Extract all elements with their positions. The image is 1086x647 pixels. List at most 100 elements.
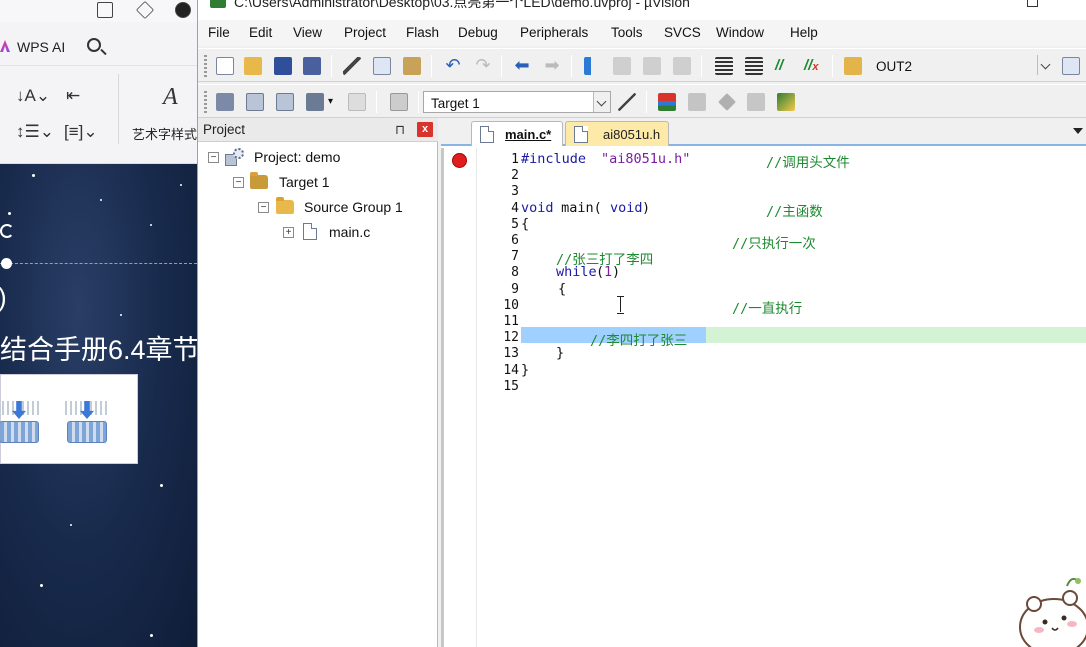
toolbar-separator [418, 91, 419, 113]
tab-main-c[interactable]: main.c* [471, 121, 563, 146]
sort-icon[interactable]: ↓A⌄ [16, 86, 50, 106]
save-all-icon[interactable] [303, 57, 321, 75]
toolbar-separator [571, 55, 572, 77]
tree-label-source-group: Source Group 1 [304, 199, 403, 215]
avatar[interactable] [175, 2, 191, 18]
navigate-forward-icon[interactable]: ➡ [543, 56, 561, 75]
project-panel: Project ⊓ x − Project: demo − Target 1 −… [198, 118, 438, 647]
cut-icon[interactable] [343, 57, 361, 75]
clear-bookmarks-icon[interactable] [673, 57, 691, 75]
collapse-icon[interactable]: − [258, 202, 269, 213]
toolbar-grip[interactable] [204, 91, 207, 113]
toolbar-grip[interactable] [204, 55, 207, 77]
chevron-down-icon[interactable]: ▾ [328, 93, 338, 111]
translate-icon[interactable] [216, 93, 234, 111]
cube-icon[interactable] [135, 0, 155, 20]
menu-flash[interactable]: Flash [406, 25, 439, 40]
menu-edit[interactable]: Edit [249, 25, 272, 40]
line-number: 12 [503, 330, 519, 345]
menu-help[interactable]: Help [790, 25, 818, 40]
menu-file[interactable]: File [208, 25, 230, 40]
maximize-icon[interactable] [1027, 0, 1038, 7]
target-folder-icon [250, 172, 268, 189]
build-icon[interactable] [246, 93, 264, 111]
code-function-name: main( [553, 200, 602, 216]
stop-build-icon[interactable] [348, 93, 366, 111]
text-direction-icon[interactable]: ⇤ [66, 86, 80, 106]
redo-icon[interactable]: ↷ [474, 56, 492, 75]
batch-build-icon[interactable] [306, 93, 324, 111]
target-select-value: Target 1 [431, 96, 480, 111]
close-icon[interactable]: x [417, 122, 433, 137]
incremental-find-icon[interactable] [1062, 57, 1080, 75]
star [150, 224, 152, 226]
code-editor[interactable]: 1 2 3 4 5 6 7 8 9 10 11 12 13 14 15 #inc… [441, 148, 1086, 647]
next-bookmark-icon[interactable] [643, 57, 661, 75]
menu-peripherals[interactable]: Peripherals [520, 25, 588, 40]
wps-top-bar [0, 0, 197, 22]
tab-ai8051u-h[interactable]: ai8051u.h [565, 121, 669, 146]
tree-item-main-c[interactable]: + main.c [283, 223, 433, 243]
save-icon[interactable] [274, 57, 292, 75]
wps-ai-button[interactable]: WPS AI [17, 39, 65, 55]
menu-svcs[interactable]: SVCS [664, 25, 701, 40]
manage-project-items-icon[interactable] [658, 93, 676, 111]
toolbar-separator [701, 55, 702, 77]
menu-tools[interactable]: Tools [611, 25, 643, 40]
paste-icon[interactable] [403, 57, 421, 75]
chevron-down-icon[interactable] [593, 92, 610, 112]
copy-icon[interactable] [97, 2, 113, 18]
tree-item-target[interactable]: − Target 1 [233, 172, 433, 193]
breakpoint-icon[interactable] [452, 153, 467, 168]
manage-rte-icon[interactable] [718, 93, 736, 111]
undo-icon[interactable]: ↶ [444, 56, 462, 75]
bookmark-icon[interactable] [584, 57, 602, 75]
line-spacing-icon[interactable]: ↕☰⌄ [16, 122, 54, 142]
find-in-files-icon[interactable] [844, 57, 862, 75]
download-load-icon[interactable] [390, 93, 408, 111]
selection-border [0, 263, 197, 264]
download-icon[interactable] [65, 401, 109, 443]
pack-icon[interactable] [777, 93, 795, 111]
menu-debug[interactable]: Debug [458, 25, 498, 40]
prev-bookmark-icon[interactable] [613, 57, 631, 75]
target-options-icon[interactable] [618, 93, 636, 111]
rotate-handle-icon[interactable] [0, 224, 14, 238]
rebuild-icon[interactable] [276, 93, 294, 111]
art-text-icon[interactable]: A [163, 84, 178, 111]
tree-item-project[interactable]: − Project: demo [208, 148, 428, 168]
comment-icon[interactable]: // [775, 57, 793, 75]
tree-item-source-group[interactable]: − Source Group 1 [258, 197, 433, 218]
breakpoint-gutter[interactable] [444, 148, 477, 647]
navigate-back-icon[interactable]: ⬅ [513, 56, 531, 75]
wps-slide-canvas[interactable]: ) 结合手册6.4章节 [0, 164, 197, 647]
tab-list-dropdown-icon[interactable] [1073, 128, 1083, 134]
download-all-icon[interactable] [0, 401, 41, 443]
title-bar: C:\Users\Administrator\Desktop\03.点亮第一个L… [198, 0, 1086, 20]
uncomment-icon[interactable]: //x [804, 57, 822, 75]
copy-icon[interactable] [373, 57, 391, 75]
resize-handle[interactable] [1, 258, 12, 269]
wps-ribbon: ↓A⌄ ⇤ ↕☰⌄ [≡]⌄ A 艺术字样式 [0, 66, 197, 164]
select-packs-icon[interactable] [688, 93, 706, 111]
paragraph-spacing-icon[interactable]: [≡]⌄ [64, 122, 98, 142]
find-combo-dropdown[interactable] [1034, 55, 1054, 77]
tree-label-target: Target 1 [279, 174, 330, 190]
find-combo-value[interactable]: OUT2 [876, 59, 912, 74]
collapse-icon[interactable]: − [233, 177, 244, 188]
indent-icon[interactable] [715, 57, 733, 75]
tab-ai8051u-h-label: ai8051u.h [603, 127, 661, 142]
search-icon[interactable] [87, 38, 101, 52]
pin-icon[interactable]: ⊓ [395, 122, 405, 138]
open-folder-icon[interactable] [244, 57, 262, 75]
new-file-icon[interactable] [216, 57, 234, 75]
menu-window[interactable]: Window [716, 25, 764, 40]
pack-installer-icon[interactable] [747, 93, 765, 111]
slide-title-text[interactable]: 结合手册6.4章节 [0, 328, 197, 367]
menu-project[interactable]: Project [344, 25, 386, 40]
collapse-icon[interactable]: − [208, 152, 219, 163]
unindent-icon[interactable] [745, 57, 763, 75]
menu-view[interactable]: View [293, 25, 322, 40]
art-text-label[interactable]: 艺术字样式 [132, 124, 197, 143]
expand-icon[interactable]: + [283, 227, 294, 238]
